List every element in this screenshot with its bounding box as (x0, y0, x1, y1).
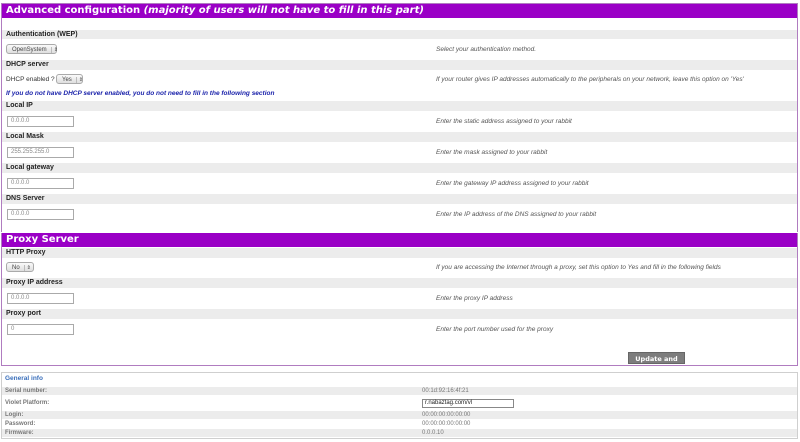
http-proxy-header-row: HTTP Proxy (2, 248, 797, 258)
local-mask-header-row: Local Mask (2, 132, 797, 142)
dns-row: 0.0.0.0 Enter the IP address of the DNS … (2, 207, 797, 221)
login-label: Login: (5, 412, 24, 418)
advanced-config-subtitle: (majority of users will not have to fill… (143, 5, 424, 16)
dns-label: DNS Server (6, 195, 45, 202)
local-mask-label: Local Mask (6, 133, 44, 140)
proxy-port-label: Proxy port (6, 310, 42, 317)
dhcp-note: If you do not have DHCP server enabled, … (6, 90, 275, 97)
serial-label: Serial number: (5, 388, 48, 394)
local-ip-row: 0.0.0.0 Enter the static address assigne… (2, 114, 797, 128)
auth-label: Authentication (WEP) (6, 31, 78, 38)
general-info-title: General info (5, 375, 43, 382)
local-ip-desc: Enter the static address assigned to you… (436, 118, 572, 125)
proxy-port-desc: Enter the port number used for the proxy (436, 326, 554, 333)
proxy-ip-desc: Enter the proxy IP address (436, 295, 513, 302)
general-info-panel: General info Serial number: 00:1d:92:16:… (1, 372, 798, 439)
update-and-start-button[interactable]: Update and Start (628, 352, 685, 375)
proxy-ip-label: Proxy IP address (6, 279, 63, 286)
http-proxy-desc: If you are accessing the Internet throug… (436, 264, 721, 271)
login-value: 00:00:00:00:00:00 (422, 412, 471, 418)
dhcp-label: DHCP server (6, 61, 49, 68)
auth-select-value: OpenSystem (12, 47, 47, 53)
info-row-password: Password: 00:00:00:00:00:00 (2, 420, 797, 428)
proxy-panel: Proxy Server HTTP Proxy No ⇕ If you are a… (1, 233, 798, 375)
dhcp-header-row: DHCP server (2, 60, 797, 70)
platform-input[interactable]: r.nabaztag.com/vl (422, 399, 514, 408)
proxy-header: Proxy Server (2, 233, 797, 247)
proxy-ip-row: 0.0.0.0 Enter the proxy IP address (2, 291, 797, 305)
advanced-config-panel: Advanced configuration (majority of user… (1, 3, 798, 232)
http-proxy-select-value: No (12, 265, 20, 271)
platform-label: Violet Platform: (5, 400, 50, 406)
dns-desc: Enter the IP address of the DNS assigned… (436, 211, 597, 218)
serial-value: 00:1d:92:16:4f:21 (422, 388, 469, 394)
dhcp-select[interactable]: Yes ⇕ (56, 74, 83, 84)
local-mask-input[interactable]: 255.255.255.0 (7, 147, 74, 158)
http-proxy-select[interactable]: No ⇕ (6, 262, 34, 272)
gateway-desc: Enter the gateway IP address assigned to… (436, 180, 589, 187)
auth-select[interactable]: OpenSystem ⇕ (6, 44, 58, 54)
firmware-label: Firmware: (5, 430, 34, 436)
password-label: Password: (5, 421, 36, 427)
gateway-label: Local gateway (6, 164, 54, 171)
dhcp-desc: If your router gives IP addresses automa… (436, 76, 744, 83)
dhcp-row: DHCP enabled ? Yes ⇕ If your router gives… (2, 73, 797, 85)
local-ip-label: Local IP (6, 102, 33, 109)
info-row-platform: Violet Platform: r.nabaztag.com/vl (2, 399, 797, 408)
auth-header-row: Authentication (WEP) (2, 30, 797, 39)
info-row-login: Login: 00:00:00:00:00:00 (2, 411, 797, 419)
local-mask-row: 255.255.255.0 Enter the mask assigned to… (2, 145, 797, 159)
dhcp-select-value: Yes (62, 77, 72, 83)
proxy-ip-header-row: Proxy IP address (2, 278, 797, 288)
dhcp-enabled-label: DHCP enabled ? (6, 76, 55, 83)
select-arrow-icon: ⇕ (23, 265, 31, 271)
auth-row: OpenSystem ⇕ Select your authentication m… (2, 43, 797, 55)
select-arrow-icon: ⇕ (75, 77, 83, 83)
info-row-serial: Serial number: 00:1d:92:16:4f:21 (2, 387, 797, 395)
proxy-port-row: 0 Enter the port number used for the pro… (2, 322, 797, 336)
select-arrow-icon: ⇕ (50, 47, 58, 53)
dns-header-row: DNS Server (2, 194, 797, 204)
proxy-title: Proxy Server (6, 234, 79, 245)
auth-desc: Select your authentication method. (436, 46, 537, 53)
gateway-input[interactable]: 0.0.0.0 (7, 178, 74, 189)
proxy-port-input[interactable]: 0 (7, 324, 74, 335)
local-ip-input[interactable]: 0.0.0.0 (7, 116, 74, 127)
http-proxy-label: HTTP Proxy (6, 249, 46, 256)
advanced-config-title: Advanced configuration (6, 5, 141, 16)
http-proxy-row: No ⇕ If you are accessing the Internet th… (2, 261, 797, 273)
password-value: 00:00:00:00:00:00 (422, 421, 471, 427)
info-row-firmware: Firmware: 0.0.0.10 (2, 429, 797, 437)
proxy-port-header-row: Proxy port (2, 309, 797, 319)
local-ip-header-row: Local IP (2, 101, 797, 111)
proxy-ip-input[interactable]: 0.0.0.0 (7, 293, 74, 304)
dns-input[interactable]: 0.0.0.0 (7, 209, 74, 220)
advanced-config-header: Advanced configuration (majority of user… (2, 4, 797, 18)
gateway-header-row: Local gateway (2, 163, 797, 173)
local-mask-desc: Enter the mask assigned to your rabbit (436, 149, 548, 156)
firmware-value: 0.0.0.10 (422, 430, 444, 436)
gateway-row: 0.0.0.0 Enter the gateway IP address ass… (2, 176, 797, 190)
